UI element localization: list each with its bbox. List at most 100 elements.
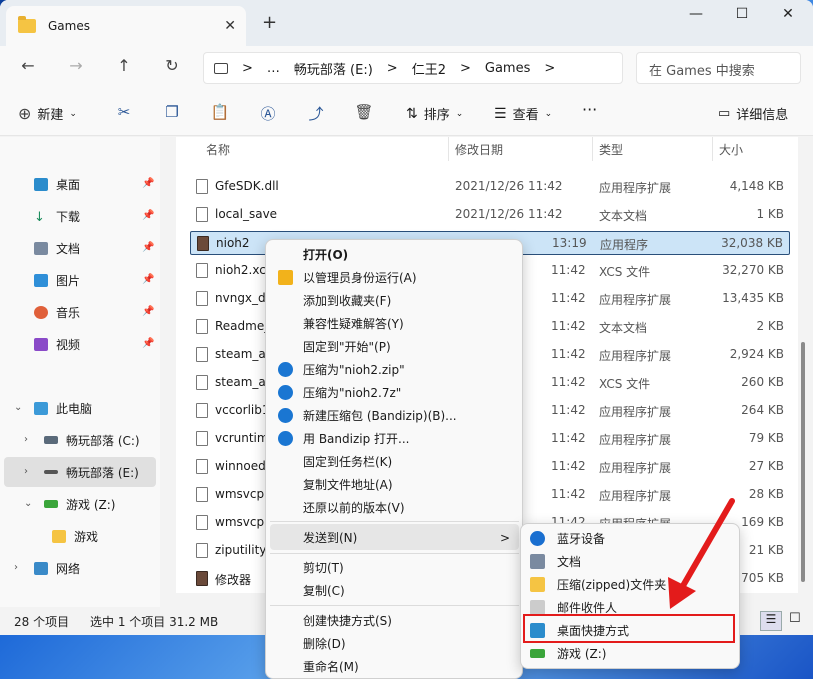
file-type: 应用程序扩展 [599,433,672,447]
file-type: 应用程序扩展 [599,181,672,195]
documents-icon [34,241,48,255]
details-pane-button[interactable]: ▭ 详细信息 [718,104,788,123]
breadcrumb-games[interactable]: Games [485,61,530,76]
menu-item-run-as-admin[interactable]: 以管理员身份运行(A) [266,266,522,289]
breadcrumb-separator: > [459,60,471,76]
menu-item-create-shortcut[interactable]: 创建快捷方式(S) [266,609,522,632]
sort-button[interactable]: ⇅ 排序 ⌄ [406,104,463,124]
sidebar-item-music[interactable]: 音乐 [34,301,80,323]
rename-icon[interactable]: Ⓐ [258,103,278,123]
breadcrumb-nioh2[interactable]: 仁王2 [412,59,446,78]
menu-label: 兼容性疑难解答(Y) [303,317,404,331]
vertical-scrollbar[interactable] [801,342,805,582]
sidebar-item-desktop[interactable]: 桌面 [34,173,80,195]
file-size: 13,435 KB [722,291,784,305]
menu-item-add-favorites[interactable]: 添加到收藏夹(F) [266,289,522,312]
file-size: 28 KB [748,487,784,501]
up-arrow-icon[interactable]: ↑ [110,56,138,80]
new-tab-button[interactable]: + [262,12,277,33]
column-divider[interactable] [712,137,713,161]
menu-item-pin-start[interactable]: 固定到"开始"(P) [266,335,522,358]
menu-item-restore-versions[interactable]: 还原以前的版本(V) [266,496,522,519]
menu-item-troubleshoot[interactable]: 兼容性疑难解答(Y) [266,312,522,335]
forward-arrow-icon[interactable]: → [62,56,90,80]
sidebar-label: 视频 [56,337,81,352]
sidebar-item-network[interactable]: 网络 [34,557,80,579]
column-header-name[interactable]: 名称 [206,141,230,158]
column-header-size[interactable]: 大小 [719,141,743,158]
maximize-button[interactable]: ☐ [719,6,765,30]
sidebar-item-pictures[interactable]: 图片 [34,269,80,291]
cut-icon[interactable]: ✂ [114,103,134,123]
menu-item-open-bandizip[interactable]: 用 Bandizip 打开... [266,427,522,450]
breadcrumb-separator: > [386,60,398,76]
menu-item-compress-zip[interactable]: 压缩为"nioh2.zip" [266,358,522,381]
chevron-down-icon[interactable]: ⌄ [24,498,32,509]
tab-games[interactable]: Games ✕ [6,6,246,46]
menu-item-delete[interactable]: 删除(D) [266,632,522,655]
file-size: 32,270 KB [722,263,784,277]
sidebar-item-drive-c[interactable]: 畅玩部落 (C:) [44,429,140,451]
menu-item-open[interactable]: 打开(O) [266,243,522,266]
sidebar-item-downloads[interactable]: ↓ 下载 [34,205,80,227]
back-arrow-icon[interactable]: ← [14,56,42,80]
details-view-icon[interactable]: ☰ [760,611,782,631]
close-window-button[interactable]: ✕ [765,6,811,30]
more-options-button[interactable]: ··· [582,100,597,119]
copy-icon[interactable]: ❐ [162,103,182,123]
share-icon[interactable]: ⤴ [306,103,326,123]
chevron-right-icon[interactable]: › [14,562,18,573]
minimize-button[interactable]: — [673,6,719,30]
chevron-down-icon[interactable]: ⌄ [14,402,22,413]
table-row[interactable]: GfeSDK.dll 2021/12/26 11:42 应用程序扩展 4,148 KB [190,175,790,199]
menu-item-drive-z[interactable]: 游戏 (Z:) [521,642,739,665]
file-icon [196,515,208,530]
desktop-icon [34,177,48,191]
pin-icon: 📌 [142,306,155,317]
menu-item-compress-7z[interactable]: 压缩为"nioh2.7z" [266,381,522,404]
column-header-date[interactable]: 修改日期 [455,141,503,158]
file-date: 11:42 [551,347,586,361]
file-date: 11:42 [551,375,586,389]
refresh-icon[interactable]: ↻ [158,56,186,80]
sidebar-item-videos[interactable]: 视频 [34,333,80,355]
column-divider[interactable] [448,137,449,161]
file-name: Readme_ [215,319,271,333]
sidebar-item-drive-z[interactable]: 游戏 (Z:) [44,493,115,515]
pin-icon: 📌 [142,242,155,253]
sort-icon: ⇅ [406,105,418,122]
menu-item-send-to[interactable]: 发送到(N) > [266,526,522,549]
table-row[interactable]: local_save 2021/12/26 11:42 文本文档 1 KB [190,203,790,227]
view-label: 查看 [512,108,539,123]
menu-label: 压缩为"nioh2.7z" [303,386,402,400]
sidebar-item-this-pc[interactable]: 此电脑 [34,397,92,419]
menu-item-copy[interactable]: 复制(C) [266,579,522,602]
breadcrumb-drive[interactable]: 畅玩部落 (E:) [294,59,373,78]
file-icon [196,291,208,306]
menu-item-new-archive[interactable]: 新建压缩包 (Bandizip)(B)... [266,404,522,427]
menu-item-rename[interactable]: 重命名(M) [266,655,522,678]
sidebar-item-documents[interactable]: 文档 [34,237,80,259]
sidebar-item-games-folder[interactable]: 游戏 [52,525,98,547]
column-divider[interactable] [592,137,593,161]
drive-icon [44,436,58,444]
address-bar[interactable]: > … 畅玩部落 (E:) > 仁王2 > Games > [203,52,623,84]
tiles-view-icon[interactable]: ☐ [789,611,801,626]
chevron-right-icon[interactable]: › [24,466,28,477]
delete-icon[interactable]: 🗑 [354,103,374,123]
menu-item-copy-path[interactable]: 复制文件地址(A) [266,473,522,496]
file-size: 264 KB [741,403,784,417]
paste-icon[interactable]: 📋 [210,103,230,123]
breadcrumb-more[interactable]: … [267,61,280,76]
computer-icon [214,62,228,74]
menu-item-pin-taskbar[interactable]: 固定到任务栏(K) [266,450,522,473]
view-button[interactable]: ☰ 查看 ⌄ [494,104,552,124]
search-input[interactable]: 在 Games 中搜索 [636,52,801,84]
tab-close-icon[interactable]: ✕ [224,18,236,34]
menu-item-cut[interactable]: 剪切(T) [266,556,522,579]
column-header-type[interactable]: 类型 [599,141,623,158]
new-button[interactable]: ⊕ 新建 ⌄ [18,104,77,123]
app-icon [197,236,209,251]
chevron-right-icon[interactable]: › [24,434,28,445]
sidebar-item-drive-e[interactable]: 畅玩部落 (E:) [44,461,139,483]
